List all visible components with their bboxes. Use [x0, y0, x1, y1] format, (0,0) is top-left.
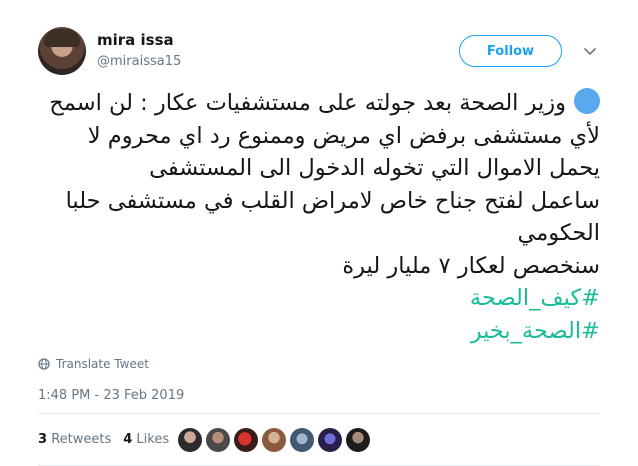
liker-avatar[interactable] [290, 428, 314, 452]
liker-avatar[interactable] [206, 428, 230, 452]
translate-label: Translate Tweet [56, 357, 149, 371]
translate-tweet-link[interactable]: Translate Tweet [38, 357, 149, 371]
tweet-line: ساعمل لفتح جناح خاص لامراض القلب في مستش… [65, 187, 600, 214]
liker-avatar[interactable] [234, 428, 258, 452]
tweet-line: الحكومي [517, 220, 601, 246]
follow-button[interactable]: Follow [459, 35, 562, 67]
tweet-text: وزير الصحة بعد جولته على مستشفيات عكار :… [20, 87, 600, 347]
chevron-down-icon[interactable] [581, 42, 599, 60]
liker-avatars [178, 428, 370, 452]
user-handle[interactable]: @miraissa15 [97, 54, 181, 69]
tweet-timestamp[interactable]: 1:48 PM - 23 Feb 2019 [38, 388, 184, 403]
retweets-stat[interactable]: 3 Retweets [38, 432, 111, 447]
hashtag-link[interactable]: #الصحة_بخير [20, 315, 600, 348]
user-name[interactable]: mira issa [97, 31, 174, 49]
tweet-line: يحمل الاموال التي تخوله الدخول الى المست… [149, 155, 600, 181]
tweet-stats: 3 Retweets 4 Likes [38, 432, 169, 447]
tweet-line: وزير الصحة بعد جولته على مستشفيات عكار :… [20, 87, 600, 120]
liker-avatar[interactable] [178, 428, 202, 452]
likes-stat[interactable]: 4 Likes [123, 432, 169, 447]
liker-avatar[interactable] [346, 428, 370, 452]
tweet-line: سنخصص لعكار ٧ مليار ليرة [342, 252, 600, 279]
divider [38, 413, 600, 414]
hashtag-link[interactable]: #كيف_الصحة [20, 282, 600, 315]
liker-avatar[interactable] [318, 428, 342, 452]
tweet-header: mira issa @miraissa15 Follow [0, 0, 638, 90]
globe-icon [38, 358, 50, 370]
blue-circle-emoji [574, 88, 600, 114]
liker-avatar[interactable] [262, 428, 286, 452]
avatar[interactable] [38, 27, 86, 75]
tweet-line: لأي مستشفى برفض اي مريض وممنوع رد اي محر… [87, 122, 600, 149]
